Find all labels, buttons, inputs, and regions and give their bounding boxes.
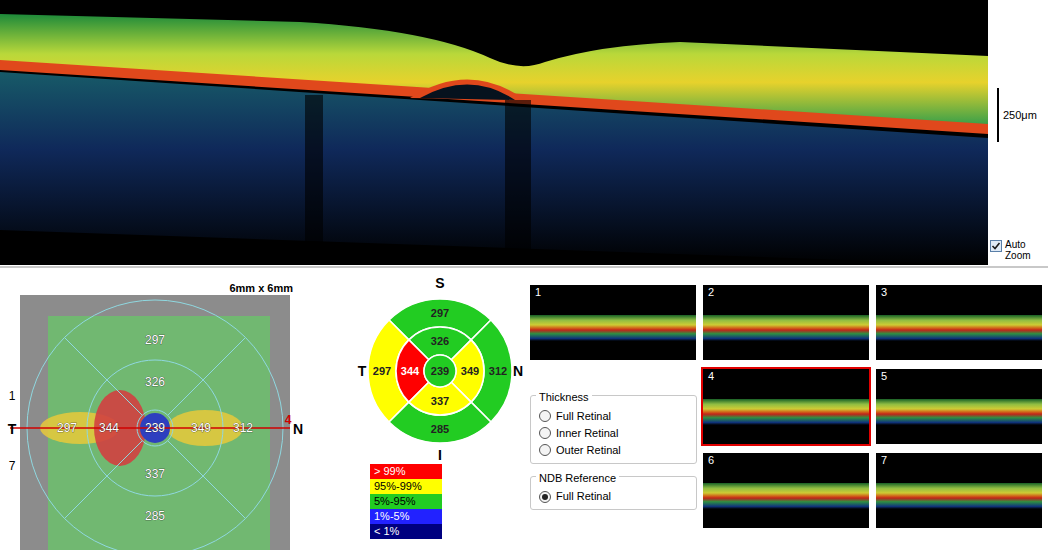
radio-button[interactable] <box>539 444 551 456</box>
map-value: 349 <box>191 421 211 435</box>
scan-line-label: 7 <box>9 459 16 473</box>
scale-bar <box>997 88 999 142</box>
chart-value: 312 <box>489 365 507 377</box>
map-value: 326 <box>145 375 165 389</box>
scan-thumbnail[interactable]: 6 <box>701 451 871 530</box>
scan-thumbnail[interactable]: 3 <box>874 283 1044 362</box>
thumbnail-number: 5 <box>876 369 1042 383</box>
chart-value: 297 <box>373 365 391 377</box>
options-panel: ThicknessFull RetinalInner RetinalOuter … <box>528 367 698 530</box>
scan-thumbnail[interactable]: 5 <box>874 367 1044 446</box>
map-value: 297 <box>57 421 77 435</box>
radio-option[interactable]: Full Retinal <box>539 408 688 425</box>
map-value: 285 <box>145 509 165 523</box>
scan-line-label: 1 <box>9 389 16 403</box>
map-value: 297 <box>145 333 165 347</box>
thumbnail-image <box>703 483 869 509</box>
legend-item: < 1% <box>370 524 442 539</box>
scan-thumbnail[interactable]: 4 <box>701 367 871 446</box>
thumbnail-image <box>876 315 1042 341</box>
thumbnail-image <box>703 315 869 341</box>
thumbnail-number: 1 <box>530 285 696 299</box>
scan-thumbnail[interactable]: 1 <box>528 283 698 362</box>
temporal-label: T <box>358 363 367 379</box>
auto-zoom-box[interactable] <box>990 240 1002 252</box>
thumbnail-image <box>876 483 1042 509</box>
thickness-map: 6mm x 6mm 297 326 297 344 239 349 312 337 285 1 7 T N… <box>0 268 305 550</box>
radio-option[interactable]: Inner Retinal <box>539 425 688 442</box>
temporal-label: T <box>8 421 17 437</box>
radio-button[interactable] <box>539 427 551 439</box>
thumbnail-number: 7 <box>876 453 1042 467</box>
legend-item: 95%-99% <box>370 479 442 494</box>
thumbnail-number: 4 <box>703 369 869 383</box>
radio-label[interactable]: Outer Retinal <box>556 442 621 459</box>
legend-item: 5%-95% <box>370 494 442 509</box>
thumbnail-number: 6 <box>703 453 869 467</box>
map-size-label: 6mm x 6mm <box>229 282 293 294</box>
radio-label[interactable]: Full Retinal <box>556 408 611 425</box>
chart-value: 297 <box>431 307 449 319</box>
thumbnail-image <box>530 315 696 341</box>
chart-value: 285 <box>431 423 449 435</box>
nasal-label: N <box>513 363 523 379</box>
map-value: 344 <box>99 421 119 435</box>
radio-option[interactable]: Outer Retinal <box>539 442 688 459</box>
chart-value: 326 <box>431 335 449 347</box>
map-value: 312 <box>233 421 253 435</box>
chart-value: 239 <box>431 365 449 377</box>
radio-button[interactable] <box>539 410 551 422</box>
chart-value: 344 <box>401 365 420 377</box>
thumbnail-number: 3 <box>876 285 1042 299</box>
legend-item: 1%-5% <box>370 509 442 524</box>
group-title: NDB Reference <box>536 470 619 487</box>
thickness-group: ThicknessFull RetinalInner RetinalOuter … <box>530 395 697 464</box>
thumbnail-image <box>876 399 1042 425</box>
radio-label[interactable]: Full Retinal <box>556 488 611 505</box>
etdrs-chart: 297 297 312 285 326 344 349 337 239 S T N I> 99%95%-… <box>305 268 527 550</box>
scan-thumbnail[interactable]: 7 <box>874 451 1044 530</box>
chart-sector <box>424 355 456 387</box>
thumbnail-image <box>703 399 869 425</box>
group-title: Thickness <box>536 389 592 406</box>
radio-option[interactable]: Full Retinal <box>539 488 688 505</box>
ndb-group: NDB ReferenceFull Retinal <box>530 476 697 511</box>
nasal-label: N <box>293 421 303 437</box>
inferior-label: I <box>438 447 442 463</box>
radio-label[interactable]: Inner Retinal <box>556 425 618 442</box>
scan-number: 4 <box>285 413 292 427</box>
chart-value: 349 <box>461 365 479 377</box>
scan-thumbnail[interactable]: 2 <box>701 283 871 362</box>
legend-item: > 99% <box>370 464 442 479</box>
bscan-image <box>0 0 988 265</box>
scale-label: 250μm <box>1003 107 1037 124</box>
superior-label: S <box>435 275 444 291</box>
auto-zoom-checkbox[interactable]: Auto Zoom <box>990 239 1048 261</box>
radio-button[interactable] <box>539 491 551 503</box>
legend: > 99%95%-99%5%-95%1%-5%< 1% <box>370 464 442 539</box>
map-value: 337 <box>145 467 165 481</box>
chart-value: 337 <box>431 395 449 407</box>
map-value: 239 <box>145 421 165 435</box>
auto-zoom-label[interactable]: Auto Zoom <box>1005 239 1045 261</box>
thumbnail-number: 2 <box>703 285 869 299</box>
